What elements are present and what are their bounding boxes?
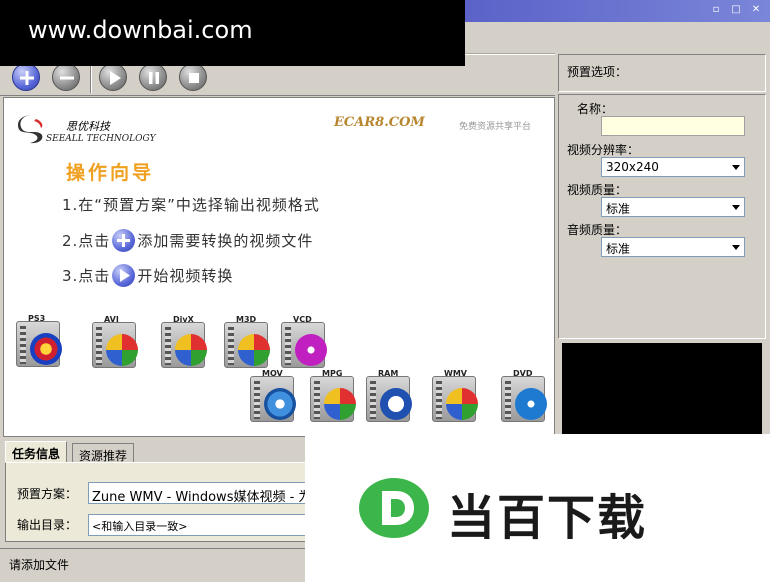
name-input[interactable] [601, 116, 745, 136]
guide-step-2: 2.点击 添加需要转换的视频文件 [62, 229, 313, 252]
format-icon-divx: DivX [159, 314, 213, 368]
guide-title: 操作向导 [66, 162, 155, 184]
media-player-icon [446, 388, 478, 420]
video-preview [562, 343, 762, 435]
play-icon [110, 71, 121, 85]
start-button[interactable] [99, 63, 127, 91]
format-icon-dvd: DVD [499, 368, 553, 422]
stop-button[interactable] [179, 63, 207, 91]
resolution-select[interactable]: 320x240 [601, 157, 745, 177]
media-player-icon [324, 388, 356, 420]
pause-icon [149, 72, 159, 84]
play-icon [112, 264, 136, 287]
name-label: 名称： [577, 102, 614, 116]
plus-circle-icon [20, 71, 34, 85]
format-icon-ram: RAM [364, 368, 418, 422]
site-slogan: 免费资源共享平台 [459, 122, 532, 132]
site-name: ECAR8.COM [334, 115, 425, 130]
seeall-logo [18, 115, 43, 144]
company-name-en: SEEALL TECHNOLOGY [46, 134, 156, 144]
chevron-down-icon [732, 245, 740, 250]
step-3-text-a: 3.点击 [62, 267, 111, 285]
media-player-icon [238, 334, 270, 366]
guide-step-3: 3.点击 开始视频转换 [62, 264, 233, 287]
resolution-label: 视频分辨率： [567, 143, 640, 157]
format-icon-wmv: WMV [430, 368, 484, 422]
guide-panel: 思优科技 SEEALL TECHNOLOGY ECAR8.COM 免费资源共享平… [3, 97, 555, 437]
media-player-icon [106, 334, 138, 366]
realplayer-icon [380, 388, 412, 420]
format-icon-mov: MOV [248, 368, 302, 422]
media-player-icon [175, 334, 207, 366]
preset-options-body: 名称： 视频分辨率： 320x240 视频质量： 标准 音频质量： 标准 [558, 94, 766, 339]
step-1-text: 1.在“预置方案”中选择输出视频格式 [62, 196, 320, 214]
watermark-top: www.downbai.com [0, 0, 465, 66]
watermark-bottom: 当百下载 [305, 434, 770, 582]
resolution-value: 320x240 [606, 160, 659, 174]
video-quality-label: 视频质量： [567, 183, 628, 197]
audio-quality-label: 音频质量： [567, 223, 628, 237]
plus-circle-icon [112, 229, 136, 252]
disc-icon [295, 334, 327, 366]
minimize-button[interactable]: ▫ [710, 4, 722, 16]
audio-quality-select[interactable]: 标准 [601, 237, 745, 257]
step-2-text-b: 添加需要转换的视频文件 [137, 232, 314, 250]
minus-circle-icon [60, 76, 74, 80]
chevron-down-icon [732, 165, 740, 170]
watermark-bottom-text: 当百下载 [447, 490, 648, 546]
company-name-cn: 思优科技 [66, 120, 110, 133]
window-controls: ▫ □ ✕ [710, 4, 762, 16]
chevron-down-icon [732, 205, 740, 210]
downbai-logo-icon [359, 478, 429, 538]
step-3-text-b: 开始视频转换 [137, 267, 234, 285]
audio-quality-value: 标准 [606, 242, 631, 256]
stop-icon [189, 73, 199, 83]
maximize-button[interactable]: □ [730, 4, 742, 16]
tab-task-info[interactable]: 任务信息 [5, 441, 68, 463]
guide-step-1: 1.在“预置方案”中选择输出视频格式 [62, 194, 320, 215]
step-2-text-a: 2.点击 [62, 232, 111, 250]
preset-options-header: 预置选项： [558, 54, 766, 92]
video-quality-value: 标准 [606, 202, 631, 216]
format-icon-vcd: VCD [279, 314, 333, 368]
preset-options-title: 预置选项： [567, 65, 628, 79]
close-button[interactable]: ✕ [750, 4, 762, 16]
format-icon-ps3: PS3 [14, 313, 68, 367]
quicktime-icon [264, 388, 296, 420]
output-dir-label: 输出目录： [17, 518, 78, 532]
status-text: 请添加文件 [9, 558, 70, 572]
preset-label: 预置方案： [17, 487, 78, 501]
tab-resources[interactable]: 资源推荐 [72, 443, 135, 463]
format-icon-m3d: M3D [222, 314, 276, 368]
add-file-button[interactable] [12, 63, 40, 91]
format-icon-mpg: MPG [308, 368, 362, 422]
pause-button[interactable] [139, 63, 167, 91]
watermark-top-text: www.downbai.com [28, 16, 253, 44]
format-icon-avi: AVI [90, 314, 144, 368]
playstation-icon [30, 333, 62, 365]
video-quality-select[interactable]: 标准 [601, 197, 745, 217]
disc-icon [515, 388, 547, 420]
remove-file-button[interactable] [52, 63, 80, 91]
